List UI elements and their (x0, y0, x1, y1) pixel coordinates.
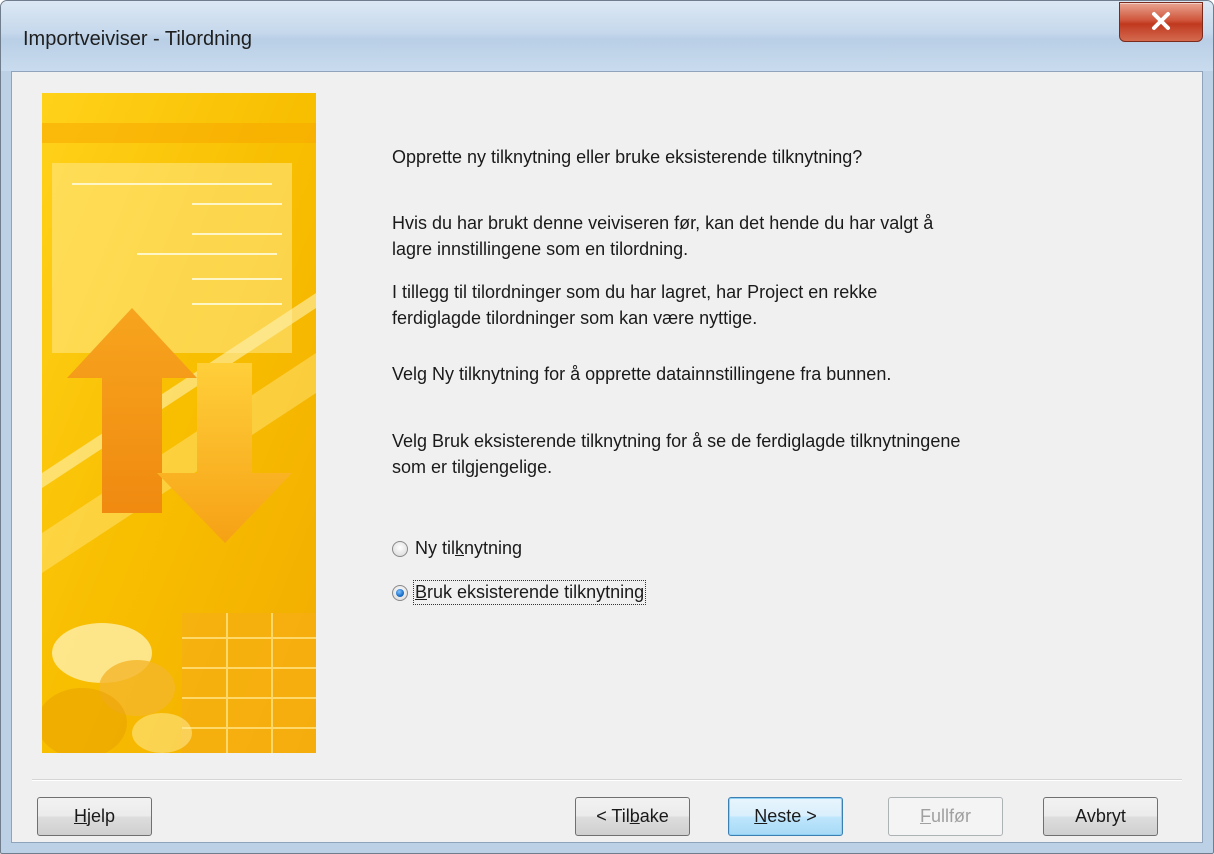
finish-button[interactable]: Fullfør (888, 797, 1003, 836)
radio-existing-mapping[interactable]: Bruk eksisterende tilknytning (392, 580, 647, 605)
window-title: Importveiviser - Tilordning (23, 28, 252, 50)
title-bar[interactable]: Importveiviser - Tilordning (1, 1, 1213, 71)
radio-new-mapping[interactable]: Ny tilknytning (392, 538, 522, 559)
wizard-banner-image (42, 93, 316, 753)
next-button[interactable]: Neste > (728, 797, 843, 836)
description-line: ferdiglagde tilordninger som kan være ny… (392, 308, 758, 328)
radio-label: Ny tilknytning (415, 538, 523, 558)
radio-button-checked[interactable] (392, 584, 408, 601)
description-line: Velg Ny tilknytning for å opprette datai… (392, 364, 892, 384)
import-wizard-dialog: Importveiviser - Tilordning Opprette ny … (0, 0, 1214, 854)
close-icon (1152, 12, 1170, 30)
description-line: Velg Bruk eksisterende tilknytning for å… (392, 431, 961, 451)
description-line: som er tilgjengelige. (392, 457, 553, 477)
close-button[interactable] (1119, 2, 1203, 42)
description-line: I tillegg til tilordninger som du har la… (392, 282, 878, 302)
back-button[interactable]: < Til b ake (575, 797, 690, 836)
radio-label: Bruk eksisterende tilknytning (412, 580, 647, 605)
description-line: lagre innstillingene som en tilordning. (392, 239, 689, 259)
separator (32, 779, 1182, 781)
help-button[interactable]: Hjelp (37, 797, 152, 836)
question-heading: Opprette ny tilknytning eller bruke eksi… (392, 147, 863, 167)
radio-button-unchecked[interactable] (392, 540, 408, 557)
description-line: Hvis du har brukt denne veiviseren før, … (392, 213, 934, 233)
cancel-button[interactable]: Avbryt (1043, 797, 1158, 836)
dialog-body: Opprette ny tilknytning eller bruke eksi… (11, 71, 1203, 843)
